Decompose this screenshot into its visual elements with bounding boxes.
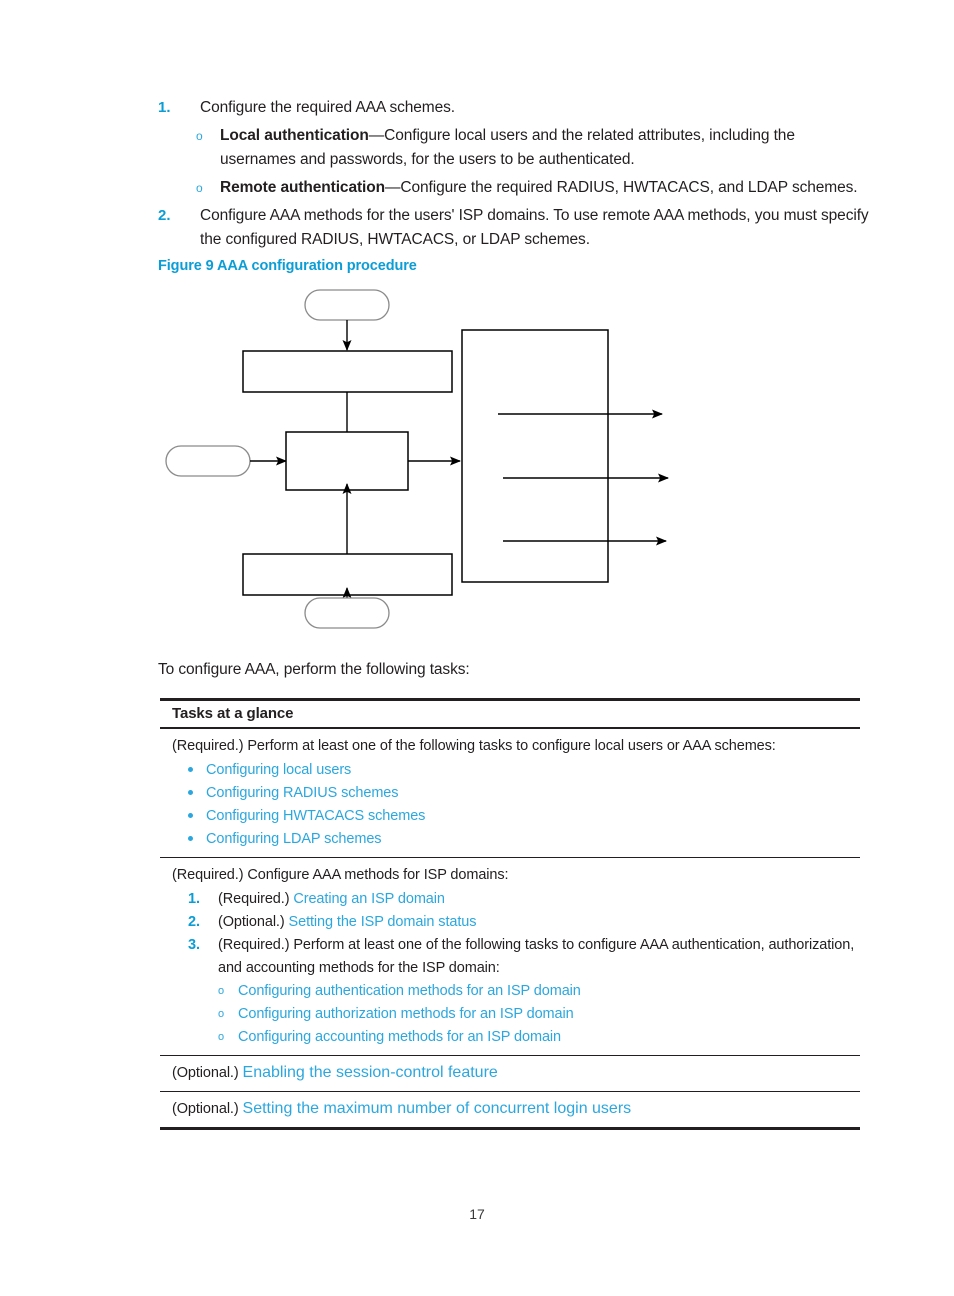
bullet-dot-icon bbox=[188, 767, 193, 772]
circle-bullet-icon: o bbox=[218, 1031, 225, 1043]
sub-list-item: o Configuring accounting methods for an … bbox=[172, 1026, 860, 1049]
sub-list-item-text: Remote authentication—Configure the requ… bbox=[220, 179, 858, 196]
bullet-dot-icon bbox=[188, 790, 193, 795]
lead-sentence: To configure AAA, perform the following … bbox=[158, 661, 470, 678]
list-item: 1. Configure the required AAA schemes. bbox=[158, 96, 870, 120]
list-item-prefix: (Required.) Perform at least one of the … bbox=[218, 937, 855, 976]
table-header: Tasks at a glance bbox=[160, 701, 860, 729]
sub-list-item: o Configuring authorization methods for … bbox=[172, 1003, 860, 1026]
link-enabling-the-session-control-feature[interactable]: Enabling the session-control feature bbox=[243, 1064, 498, 1081]
row-lead-text: (Required.) Perform at least one of the … bbox=[172, 738, 776, 754]
list-marker: 2. bbox=[158, 207, 171, 224]
link-configuring-ldap-schemes[interactable]: Configuring LDAP schemes bbox=[206, 831, 382, 847]
circle-bullet-icon: o bbox=[218, 1008, 225, 1020]
link-creating-an-isp-domain[interactable]: Creating an ISP domain bbox=[293, 891, 445, 907]
list-marker: 1. bbox=[158, 99, 171, 116]
list-item-text: Configure the required AAA schemes. bbox=[200, 99, 455, 116]
table-row: (Optional.) Setting the maximum number o… bbox=[160, 1092, 860, 1127]
bullet-list: Configuring local users Configuring RADI… bbox=[172, 759, 860, 851]
link-configuring-local-users[interactable]: Configuring local users bbox=[206, 762, 351, 778]
list-item-prefix: (Required.) bbox=[218, 891, 294, 907]
flow-left-terminator bbox=[165, 445, 251, 477]
list-marker: 3. bbox=[188, 937, 200, 953]
flow-bottom-terminator bbox=[304, 597, 390, 629]
link-configuring-hwtacacs-schemes[interactable]: Configuring HWTACACS schemes bbox=[206, 808, 425, 824]
row-lead-text: (Required.) Configure AAA methods for IS… bbox=[172, 867, 509, 883]
link-setting-max-concurrent-login-users[interactable]: Setting the maximum number of concurrent… bbox=[243, 1100, 632, 1117]
list-marker: 2. bbox=[188, 914, 200, 930]
link-configuring-authentication-methods[interactable]: Configuring authentication methods for a… bbox=[238, 983, 581, 999]
table-row: (Optional.) Enabling the session-control… bbox=[160, 1056, 860, 1092]
circle-bullet-icon: o bbox=[196, 129, 203, 143]
list-item: Configuring RADIUS schemes bbox=[172, 782, 860, 805]
list-item: Configuring LDAP schemes bbox=[172, 828, 860, 851]
link-configuring-authorization-methods[interactable]: Configuring authorization methods for an… bbox=[238, 1006, 574, 1022]
aaa-configuration-flow-diagram bbox=[158, 282, 718, 642]
table-row: (Required.) Configure AAA methods for IS… bbox=[160, 858, 860, 1056]
flow-right-box bbox=[461, 329, 609, 583]
sub-list-item: o Local authentication—Configure local u… bbox=[158, 124, 870, 172]
list-item-prefix: (Optional.) bbox=[218, 914, 289, 930]
list-item-text: Configure AAA methods for the users' ISP… bbox=[200, 207, 869, 248]
bullet-dot-icon bbox=[188, 836, 193, 841]
bullet-dot-icon bbox=[188, 813, 193, 818]
sub-list-item-label: Local authentication bbox=[220, 127, 369, 144]
intro-procedure-list: 1. Configure the required AAA schemes. o… bbox=[158, 96, 870, 254]
flow-top-box bbox=[242, 350, 453, 393]
list-marker: 1. bbox=[188, 891, 200, 907]
sub-list-item-label: Remote authentication bbox=[220, 179, 385, 196]
tasks-at-a-glance-table: Tasks at a glance (Required.) Perform at… bbox=[160, 698, 860, 1130]
sub-list-item-body: —Configure the required RADIUS, HWTACACS… bbox=[384, 179, 858, 196]
flow-top-terminator bbox=[304, 289, 390, 321]
list-item: 3. (Required.) Perform at least one of t… bbox=[172, 934, 860, 980]
table-row: (Required.) Perform at least one of the … bbox=[160, 729, 860, 858]
row-lead-prefix: (Optional.) bbox=[172, 1065, 243, 1081]
list-item: 2. (Optional.) Setting the ISP domain st… bbox=[172, 911, 860, 934]
sub-list: o Local authentication—Configure local u… bbox=[158, 124, 870, 200]
sub-list-item: o Remote authentication—Configure the re… bbox=[158, 176, 870, 200]
sub-list-item: o Configuring authentication methods for… bbox=[172, 980, 860, 1003]
link-setting-the-isp-domain-status[interactable]: Setting the ISP domain status bbox=[289, 914, 477, 930]
document-page: 1. Configure the required AAA schemes. o… bbox=[0, 0, 954, 1296]
link-configuring-accounting-methods[interactable]: Configuring accounting methods for an IS… bbox=[238, 1029, 561, 1045]
row-lead-prefix: (Optional.) bbox=[172, 1101, 243, 1117]
list-item: 2. Configure AAA methods for the users' … bbox=[158, 204, 870, 252]
sub-list-item-text: Local authentication—Configure local use… bbox=[220, 127, 795, 168]
figure-caption: Figure 9 AAA configuration procedure bbox=[158, 258, 417, 274]
page-number: 17 bbox=[469, 1206, 485, 1222]
list-item: Configuring HWTACACS schemes bbox=[172, 805, 860, 828]
circle-bullet-icon: o bbox=[218, 985, 225, 997]
link-configuring-radius-schemes[interactable]: Configuring RADIUS schemes bbox=[206, 785, 399, 801]
list-item: Configuring local users bbox=[172, 759, 860, 782]
list-item: 1. (Required.) Creating an ISP domain bbox=[172, 888, 860, 911]
circle-bullet-icon: o bbox=[196, 181, 203, 195]
flow-center-box bbox=[285, 431, 409, 491]
